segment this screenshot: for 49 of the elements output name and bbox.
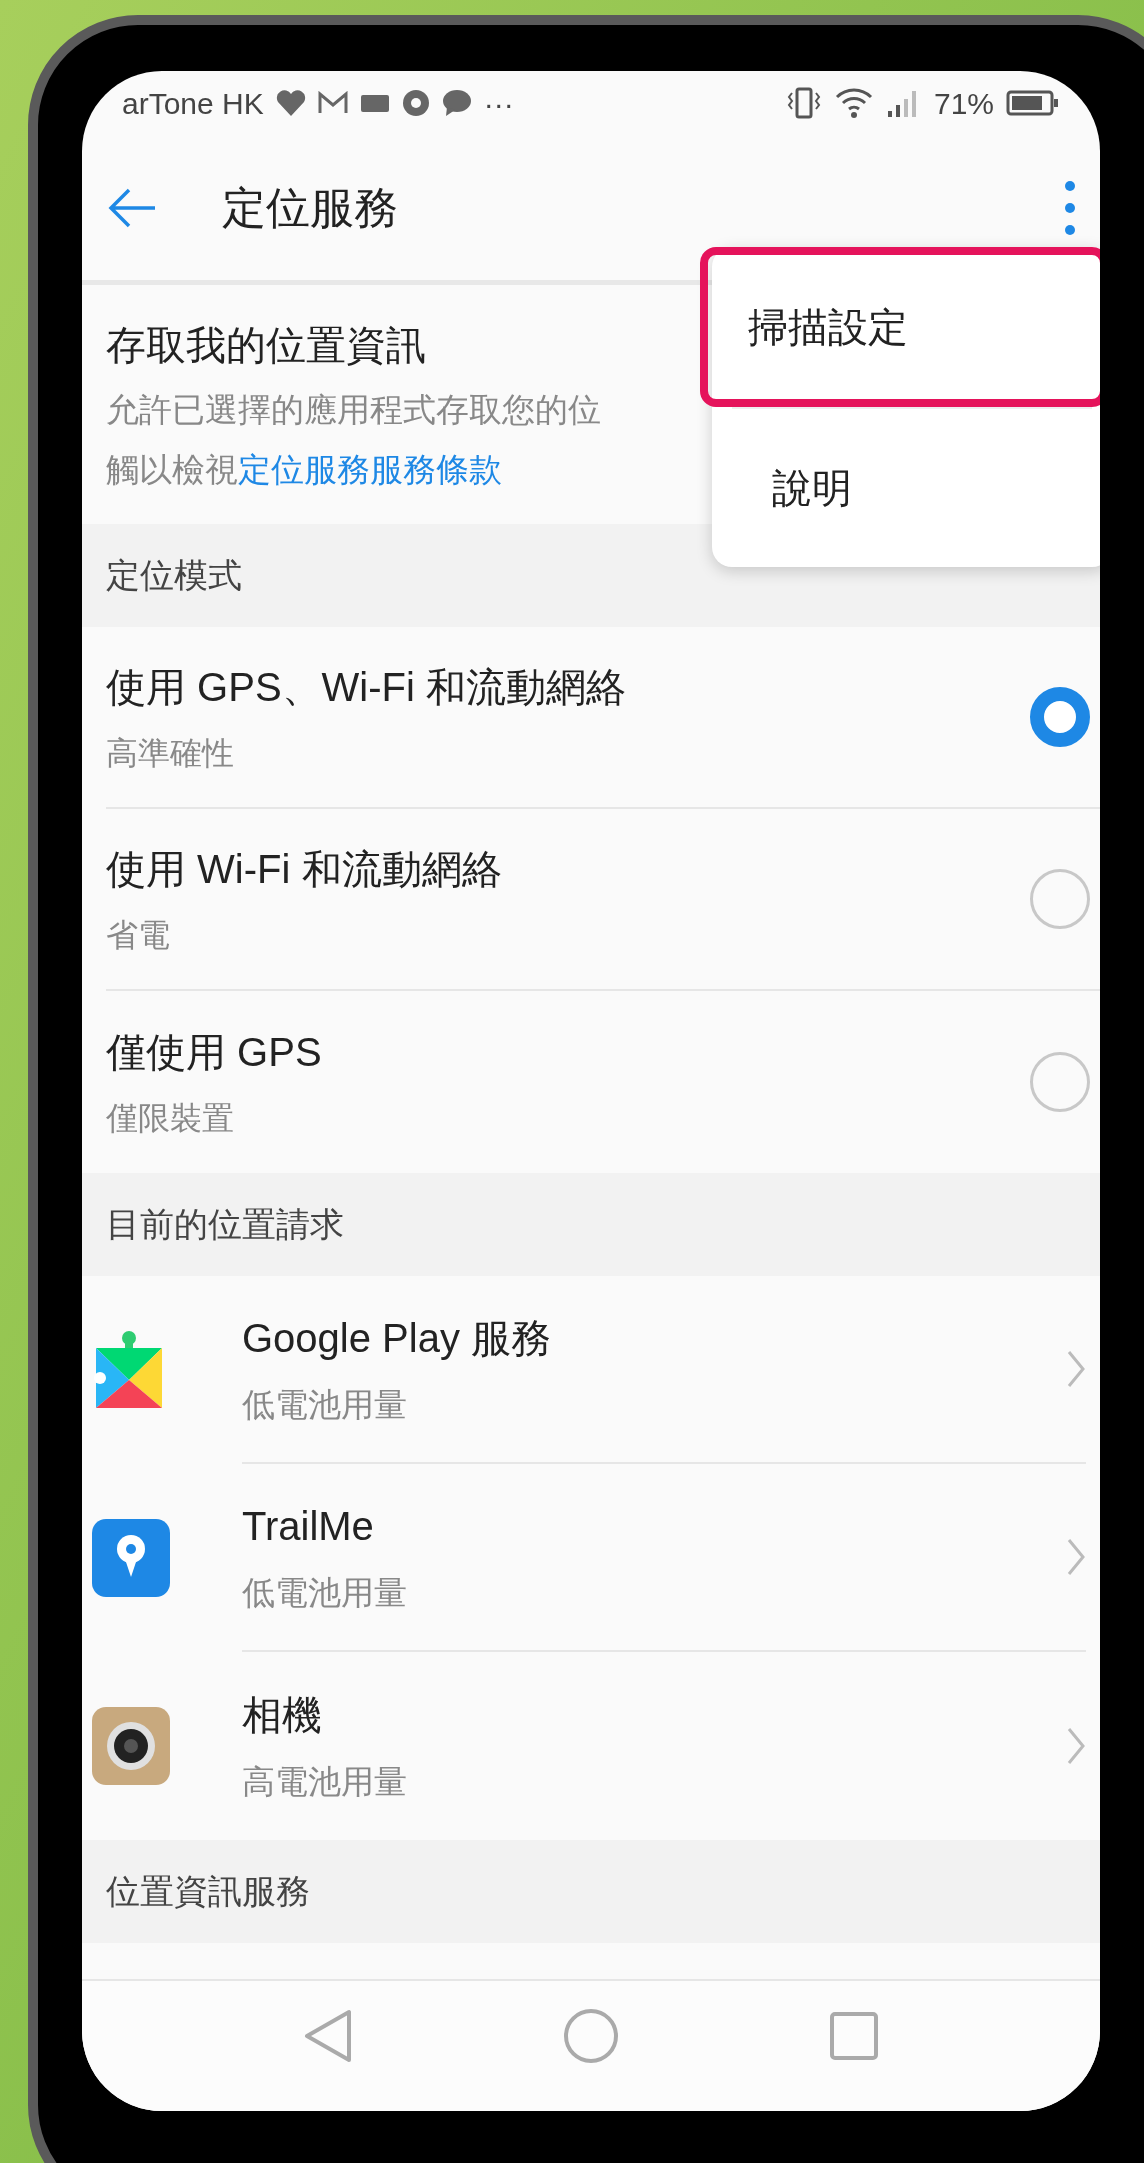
mail-icon: [317, 91, 348, 115]
radio-button[interactable]: [1030, 869, 1090, 929]
chat-icon: [441, 89, 472, 117]
app-request-row[interactable]: Google Play 服務 低電池用量: [82, 1276, 1100, 1464]
location-mode-option[interactable]: 僅使用 GPS 僅限裝置: [106, 991, 1100, 1173]
radio-button[interactable]: [1030, 687, 1090, 747]
item-description: 允許已選擇的應用程式存取您的位: [106, 390, 601, 430]
option-subtitle: 僅限裝置: [106, 1099, 235, 1138]
wifi-icon: [833, 87, 874, 119]
battery-percent: 71%: [933, 85, 994, 122]
app-request-row[interactable]: 相機 高電池用量: [82, 1652, 1100, 1840]
terms-link[interactable]: 定位服務服務條款: [238, 450, 502, 488]
menu-item[interactable]: 說明: [732, 407, 1092, 567]
item-title: 存取我的位置資訊: [106, 322, 426, 369]
battery-usage: 高電池用量: [242, 1762, 408, 1803]
back-arrow-icon: [107, 187, 157, 228]
heart-icon: [275, 89, 306, 117]
chevron-right-icon: [1066, 1537, 1086, 1577]
app-name: Google Play 服務: [242, 1315, 553, 1363]
chevron-right-icon: [1066, 1349, 1086, 1389]
chevron-right-icon: [1066, 1726, 1086, 1766]
vibrate-icon: [785, 87, 822, 119]
section-header: 位置資訊服務: [82, 1840, 1100, 1943]
radio-button[interactable]: [1030, 1052, 1090, 1112]
home-icon[interactable]: [563, 2008, 619, 2064]
app-request-row[interactable]: TrailMe 低電池用量: [82, 1464, 1100, 1652]
option-title: 僅使用 GPS: [106, 1029, 323, 1076]
option-subtitle: 省電: [106, 916, 171, 955]
battery-icon: [1006, 89, 1060, 117]
back-icon[interactable]: [303, 2008, 353, 2064]
section-header: 目前的位置請求: [82, 1173, 1100, 1276]
battery-usage: 低電池用量: [242, 1385, 408, 1426]
page-title: 定位服務: [222, 181, 398, 234]
map-pin-icon: [92, 1519, 170, 1597]
app-name: TrailMe: [242, 1503, 375, 1551]
location-mode-option[interactable]: 使用 GPS、Wi-Fi 和流動網絡 高準確性: [106, 627, 1100, 809]
item-note: 觸以檢視定位服務服務條款: [106, 449, 502, 490]
location-mode-option[interactable]: 使用 Wi-Fi 和流動網絡 省電: [106, 809, 1100, 991]
option-title: 使用 GPS、Wi-Fi 和流動網絡: [106, 664, 627, 711]
menu-item[interactable]: 掃描設定: [700, 247, 1100, 407]
app-name: 相機: [242, 1692, 323, 1740]
carrier-name: arTone HK: [122, 85, 264, 122]
camera-icon: [92, 1707, 170, 1785]
battery-usage: 低電池用量: [242, 1573, 408, 1614]
recent-apps-icon[interactable]: [829, 2011, 879, 2061]
more-notifications: ···: [483, 85, 514, 122]
option-title: 使用 Wi-Fi 和流動網絡: [106, 846, 503, 893]
browser-icon: [401, 89, 430, 117]
option-subtitle: 高準確性: [106, 734, 235, 773]
